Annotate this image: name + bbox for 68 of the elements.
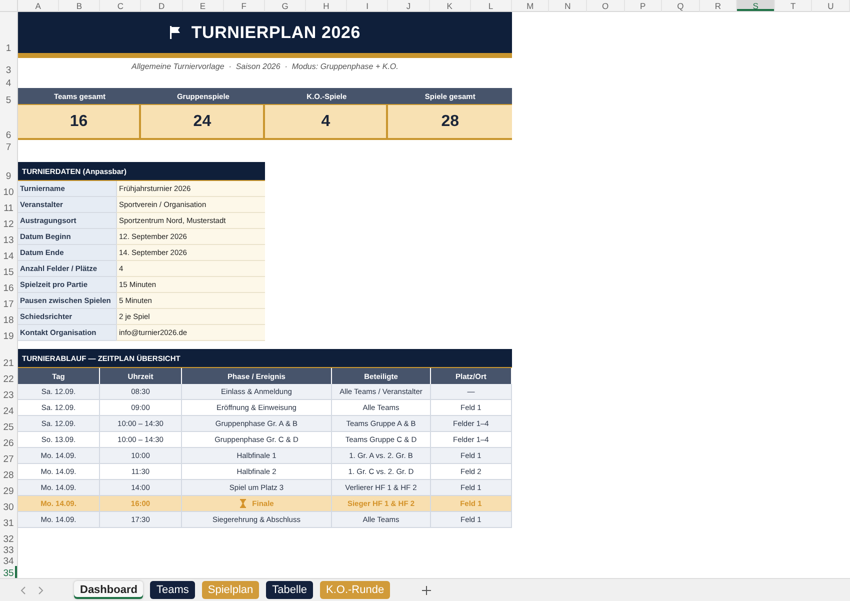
kpi-value: 4 [264, 105, 388, 140]
column-header[interactable]: Q [662, 0, 700, 12]
kpi-value: 24 [141, 105, 265, 140]
column-header[interactable]: T [774, 0, 812, 12]
column-header[interactable]: C [100, 0, 142, 12]
column-header[interactable]: A [18, 0, 60, 12]
column-header[interactable]: N [549, 0, 587, 12]
row-header[interactable]: 26 [0, 432, 18, 448]
row-header[interactable]: 29 [0, 480, 18, 496]
row-header[interactable]: 24 [0, 400, 18, 416]
row-header[interactable]: 5 [0, 88, 18, 105]
row-header[interactable]: 18 [0, 309, 18, 325]
column-header[interactable]: R [700, 0, 738, 12]
column-header[interactable]: M [512, 0, 550, 12]
chevron-right-icon [38, 586, 44, 594]
flag-icon [169, 26, 182, 39]
sheet-tab[interactable]: Teams [150, 581, 195, 599]
row-header[interactable]: 11 [0, 197, 18, 213]
chevron-left-icon [20, 586, 26, 594]
add-sheet-button[interactable] [420, 584, 434, 596]
row-header[interactable]: 33 [0, 544, 18, 555]
column-header[interactable]: B [59, 0, 100, 12]
sheet-tab[interactable]: Tabelle [266, 581, 313, 599]
column-header[interactable]: P [624, 0, 662, 12]
column-header[interactable]: G [264, 0, 306, 12]
column-header[interactable]: S [737, 0, 775, 12]
row-header[interactable]: 7 [0, 140, 18, 152]
row-header[interactable]: 12 [0, 213, 18, 229]
row-header[interactable]: 25 [0, 416, 18, 432]
column-header[interactable]: U [812, 0, 850, 12]
row-header[interactable]: 14 [0, 245, 18, 261]
row-header[interactable]: 27 [0, 448, 18, 464]
sheet-tab[interactable]: Dashboard [74, 581, 144, 599]
row-header[interactable]: 31 [0, 512, 18, 528]
row-header[interactable]: 3 [0, 58, 18, 75]
column-header[interactable]: I [347, 0, 388, 12]
row-header[interactable]: 13 [0, 229, 18, 245]
row-header[interactable]: 9 [0, 162, 18, 181]
row-header[interactable]: 34 [0, 555, 18, 566]
column-header[interactable]: K [430, 0, 471, 12]
row-header[interactable]: 1 [0, 12, 18, 53]
subtitle: Allgemeine Turniervorlage · Saison 2026 · Modus: Gruppenphase + K.O. [131, 62, 398, 71]
row-header[interactable]: 32 [0, 528, 18, 544]
kpi-value: 28 [388, 105, 512, 140]
row-header[interactable]: 15 [0, 261, 18, 277]
column-header[interactable]: F [224, 0, 265, 12]
column-header[interactable]: H [306, 0, 348, 12]
kpi-value: 16 [18, 105, 142, 140]
row-header[interactable]: 30 [0, 496, 18, 512]
row-header[interactable]: 10 [0, 181, 18, 197]
column-header[interactable]: O [587, 0, 625, 12]
row-header[interactable]: 21 [0, 349, 18, 368]
row-header[interactable]: 28 [0, 464, 18, 480]
row-header[interactable]: 16 [0, 277, 18, 293]
row-header[interactable]: 23 [0, 384, 18, 400]
column-header[interactable]: L [470, 0, 512, 12]
select-all-corner[interactable] [0, 0, 18, 12]
row-header[interactable]: 17 [0, 293, 18, 309]
row-header[interactable]: 19 [0, 325, 18, 341]
row-header[interactable]: 22 [0, 368, 18, 384]
row-header[interactable]: 6 [0, 105, 18, 140]
plus-icon [422, 586, 432, 594]
column-header[interactable]: E [182, 0, 224, 12]
sheet-title: TURNIERPLAN 2026 [191, 22, 361, 42]
column-header[interactable]: D [141, 0, 183, 12]
column-header[interactable]: J [388, 0, 430, 12]
row-header[interactable]: 35 [0, 566, 18, 578]
row-header[interactable]: 4 [0, 75, 18, 88]
